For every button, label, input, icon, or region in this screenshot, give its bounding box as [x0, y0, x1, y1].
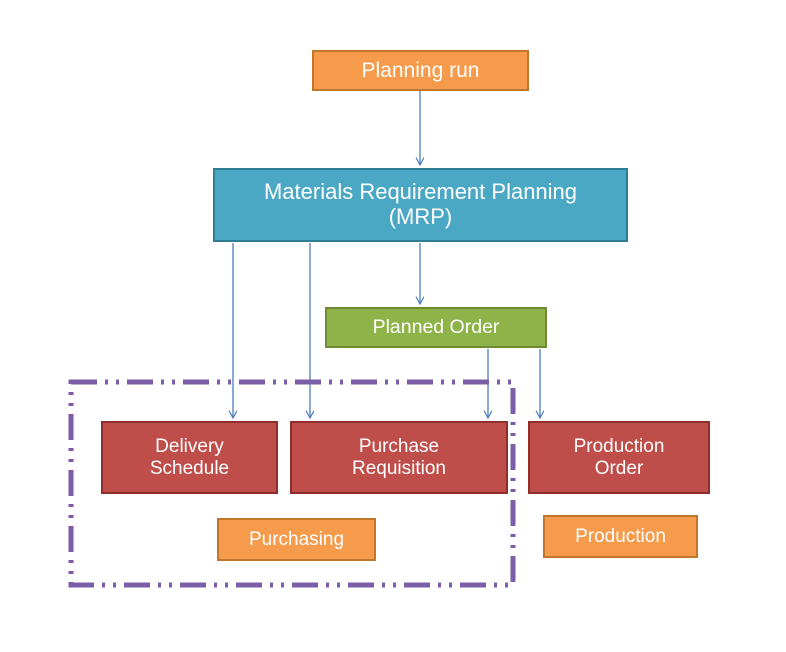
diagram-canvas: Planning run Materials Requirement Plann…	[0, 0, 786, 652]
node-planning-run[interactable]: Planning run	[312, 50, 529, 91]
node-planned-order[interactable]: Planned Order	[325, 307, 547, 348]
node-purchase-requisition[interactable]: Purchase Requisition	[290, 421, 508, 494]
node-production-order[interactable]: Production Order	[528, 421, 710, 494]
node-production-label[interactable]: Production	[543, 515, 698, 558]
node-materials-requirement-planning[interactable]: Materials Requirement Planning (MRP)	[213, 168, 628, 242]
node-purchasing-label[interactable]: Purchasing	[217, 518, 376, 561]
node-delivery-schedule[interactable]: Delivery Schedule	[101, 421, 278, 494]
